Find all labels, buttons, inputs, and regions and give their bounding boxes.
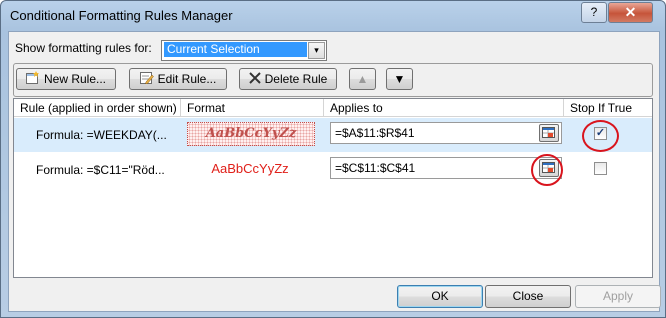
annotation-circle [582, 120, 619, 152]
edit-rule-button[interactable]: Edit Rule... [129, 68, 227, 90]
show-rules-dropdown[interactable]: Current Selection ▾ [161, 40, 327, 61]
header-format[interactable]: Format [181, 99, 324, 117]
header-rule[interactable]: Rule (applied in order shown) [14, 99, 181, 117]
move-up-button[interactable]: ▲ [349, 68, 376, 90]
help-button[interactable]: ? [581, 2, 607, 23]
chevron-down-icon[interactable]: ▾ [308, 42, 325, 59]
apply-button[interactable]: Apply [575, 285, 661, 308]
rule-description: Formula: =WEEKDAY(... [36, 128, 167, 142]
show-rules-selected: Current Selection [164, 42, 307, 57]
header-applies-to[interactable]: Applies to [324, 99, 564, 117]
show-rules-label: Show formatting rules for: [15, 41, 152, 55]
header-stop-if-true[interactable]: Stop If True [564, 99, 652, 117]
new-rule-label: New Rule... [43, 72, 107, 86]
delete-rule-button[interactable]: Delete Rule [239, 68, 337, 90]
applies-to-field[interactable]: =$C$11:$C$41 [330, 157, 562, 179]
annotation-circle [531, 154, 563, 186]
title-bar: Conditional Formatting Rules Manager ? ✕ [1, 1, 665, 31]
new-rule-button[interactable]: New Rule... [16, 68, 116, 90]
rules-manager-dialog: Conditional Formatting Rules Manager ? ✕… [0, 0, 666, 318]
applies-to-field[interactable]: =$A$11:$R$41 [330, 122, 562, 144]
edit-rule-icon [139, 70, 154, 90]
stop-if-true-checkbox[interactable] [594, 162, 607, 175]
format-preview: AaBbCcYyZz [211, 161, 289, 176]
ok-button[interactable]: OK [397, 285, 483, 308]
dialog-title: Conditional Formatting Rules Manager [10, 8, 233, 23]
applies-to-value: =$C$11:$C$41 [335, 161, 416, 175]
close-button[interactable]: Close [485, 285, 571, 308]
edit-rule-label: Edit Rule... [157, 72, 217, 86]
move-down-button[interactable]: ▼ [386, 68, 413, 90]
range-select-icon [542, 127, 555, 138]
applies-to-value: =$A$11:$R$41 [335, 126, 415, 140]
format-preview: AaBbCcYyZz [187, 122, 315, 146]
rule-description: Formula: =$C11="Röd... [36, 163, 165, 177]
new-rule-icon [25, 70, 40, 90]
close-window-button[interactable]: ✕ [608, 2, 653, 23]
rules-table: Rule (applied in order shown) Format App… [13, 98, 653, 278]
range-picker-button[interactable] [539, 124, 559, 142]
dialog-client-area: Show formatting rules for: Current Selec… [8, 31, 661, 312]
delete-icon [248, 70, 261, 90]
table-row[interactable]: Formula: =WEEKDAY(... AaBbCcYyZz =$A$11:… [14, 118, 652, 152]
delete-rule-label: Delete Rule [264, 72, 328, 86]
